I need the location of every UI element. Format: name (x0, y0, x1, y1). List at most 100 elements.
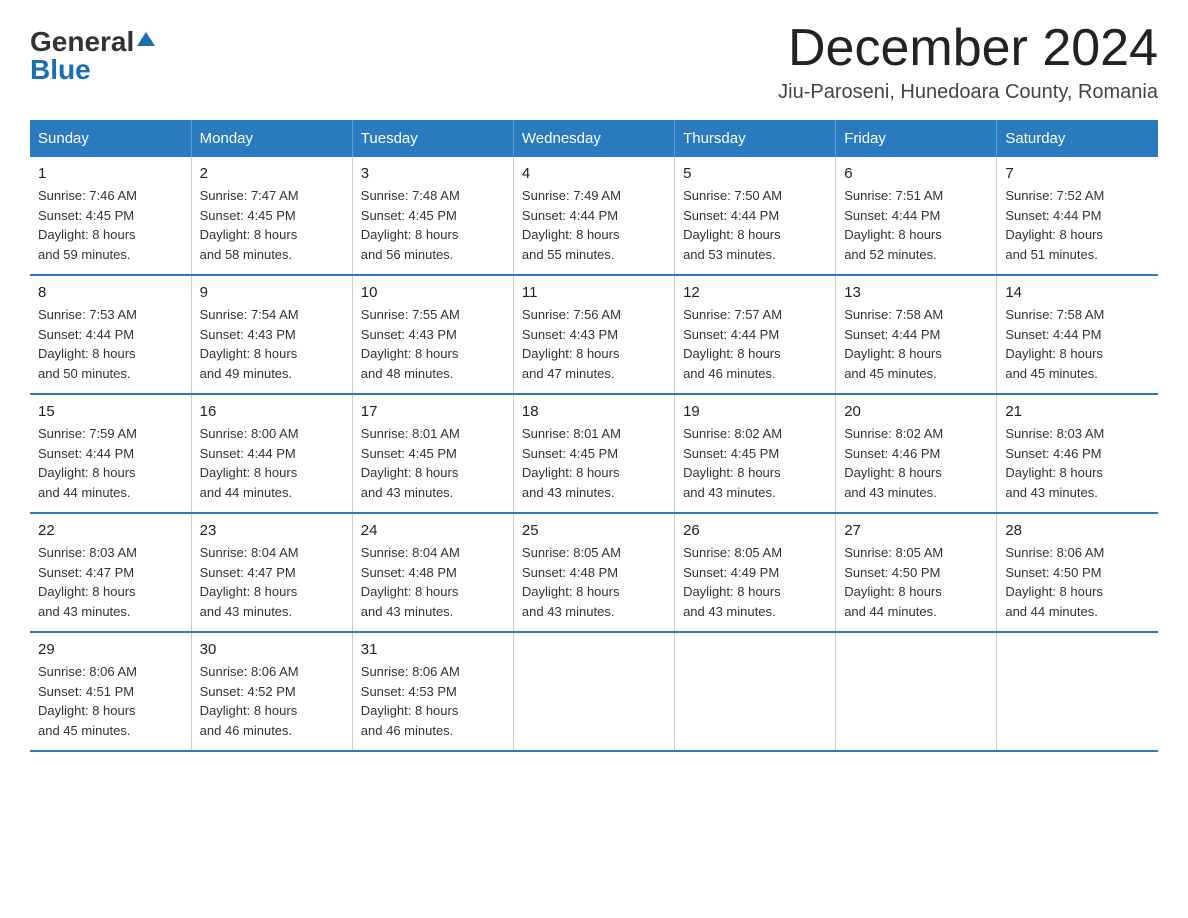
calendar-week-4: 22Sunrise: 8:03 AMSunset: 4:47 PMDayligh… (30, 513, 1158, 632)
calendar-cell: 12 Sunrise: 7:57 AMSunset: 4:44 PMDayligh… (675, 275, 836, 394)
calendar-cell: 18 Sunrise: 8:01 AMSunset: 4:45 PMDayligh… (513, 394, 674, 513)
logo-triangle-icon (137, 32, 155, 46)
calendar-cell: 2Sunrise: 7:47 AMSunset: 4:45 PMDaylight… (191, 157, 352, 275)
day-info: Sunrise: 8:00 AMSunset: 4:44 PMDaylight:… (200, 424, 344, 502)
calendar-cell: 25Sunrise: 8:05 AMSunset: 4:48 PMDayligh… (513, 513, 674, 632)
calendar-cell: 20Sunrise: 8:02 AMSunset: 4:46 PMDayligh… (836, 394, 997, 513)
calendar-cell (675, 632, 836, 751)
day-number: 17 (361, 403, 505, 420)
day-info: Sunrise: 7:56 AMSunset: 4:43 PMDaylight:… (522, 305, 666, 383)
day-number: 13 (844, 284, 988, 301)
day-info: Sunrise: 7:53 AMSunset: 4:44 PMDaylight:… (38, 305, 183, 383)
calendar-cell: 30 Sunrise: 8:06 AMSunset: 4:52 PMDayligh… (191, 632, 352, 751)
col-monday: Monday (191, 120, 352, 157)
day-info: Sunrise: 8:01 AMSunset: 4:45 PMDaylight:… (361, 424, 505, 502)
logo-general: General (30, 28, 134, 56)
day-number: 9 (200, 284, 344, 301)
day-number: 18 (522, 403, 666, 420)
day-number: 5 (683, 165, 827, 182)
calendar-cell (836, 632, 997, 751)
day-info: Sunrise: 8:02 AMSunset: 4:46 PMDaylight:… (844, 424, 988, 502)
day-info: Sunrise: 8:02 AMSunset: 4:45 PMDaylight:… (683, 424, 827, 502)
day-info: Sunrise: 7:48 AMSunset: 4:45 PMDaylight:… (361, 186, 505, 264)
month-title: December 2024 (778, 20, 1158, 77)
day-info: Sunrise: 7:46 AMSunset: 4:45 PMDaylight:… (38, 186, 183, 264)
day-number: 12 (683, 284, 827, 301)
calendar-cell: 31 Sunrise: 8:06 AMSunset: 4:53 PMDayligh… (352, 632, 513, 751)
calendar-week-1: 1 Sunrise: 7:46 AMSunset: 4:45 PMDaylight… (30, 157, 1158, 275)
day-info: Sunrise: 8:06 AMSunset: 4:52 PMDaylight:… (200, 662, 344, 740)
day-number: 8 (38, 284, 183, 301)
location-title: Jiu-Paroseni, Hunedoara County, Romania (778, 81, 1158, 104)
calendar-cell: 29Sunrise: 8:06 AMSunset: 4:51 PMDayligh… (30, 632, 191, 751)
calendar-cell: 22Sunrise: 8:03 AMSunset: 4:47 PMDayligh… (30, 513, 191, 632)
logo: General Blue (30, 20, 155, 84)
day-number: 22 (38, 522, 183, 539)
col-wednesday: Wednesday (513, 120, 674, 157)
calendar-cell: 11Sunrise: 7:56 AMSunset: 4:43 PMDayligh… (513, 275, 674, 394)
calendar-body: 1 Sunrise: 7:46 AMSunset: 4:45 PMDaylight… (30, 157, 1158, 751)
calendar-cell: 27Sunrise: 8:05 AMSunset: 4:50 PMDayligh… (836, 513, 997, 632)
day-number: 7 (1005, 165, 1150, 182)
calendar-week-5: 29Sunrise: 8:06 AMSunset: 4:51 PMDayligh… (30, 632, 1158, 751)
calendar-cell (997, 632, 1158, 751)
day-info: Sunrise: 7:49 AMSunset: 4:44 PMDaylight:… (522, 186, 666, 264)
day-number: 15 (38, 403, 183, 420)
calendar-cell: 9 Sunrise: 7:54 AMSunset: 4:43 PMDaylight… (191, 275, 352, 394)
day-number: 25 (522, 522, 666, 539)
day-number: 29 (38, 641, 183, 658)
calendar-cell: 8 Sunrise: 7:53 AMSunset: 4:44 PMDaylight… (30, 275, 191, 394)
day-info: Sunrise: 7:57 AMSunset: 4:44 PMDaylight:… (683, 305, 827, 383)
col-saturday: Saturday (997, 120, 1158, 157)
day-number: 14 (1005, 284, 1150, 301)
col-thursday: Thursday (675, 120, 836, 157)
calendar-cell: 5 Sunrise: 7:50 AMSunset: 4:44 PMDaylight… (675, 157, 836, 275)
day-number: 31 (361, 641, 505, 658)
day-info: Sunrise: 8:06 AMSunset: 4:53 PMDaylight:… (361, 662, 505, 740)
calendar-cell: 28Sunrise: 8:06 AMSunset: 4:50 PMDayligh… (997, 513, 1158, 632)
calendar-cell: 7 Sunrise: 7:52 AMSunset: 4:44 PMDaylight… (997, 157, 1158, 275)
day-info: Sunrise: 8:03 AMSunset: 4:46 PMDaylight:… (1005, 424, 1150, 502)
day-info: Sunrise: 7:58 AMSunset: 4:44 PMDaylight:… (844, 305, 988, 383)
day-number: 2 (200, 165, 344, 182)
calendar-table: Sunday Monday Tuesday Wednesday Thursday… (30, 120, 1158, 752)
day-number: 21 (1005, 403, 1150, 420)
day-info: Sunrise: 7:58 AMSunset: 4:44 PMDaylight:… (1005, 305, 1150, 383)
day-number: 4 (522, 165, 666, 182)
day-info: Sunrise: 8:05 AMSunset: 4:50 PMDaylight:… (844, 543, 988, 621)
day-number: 1 (38, 165, 183, 182)
calendar-cell: 13 Sunrise: 7:58 AMSunset: 4:44 PMDayligh… (836, 275, 997, 394)
day-info: Sunrise: 7:59 AMSunset: 4:44 PMDaylight:… (38, 424, 183, 502)
day-info: Sunrise: 7:50 AMSunset: 4:44 PMDaylight:… (683, 186, 827, 264)
title-area: December 2024 Jiu-Paroseni, Hunedoara Co… (778, 20, 1158, 104)
day-info: Sunrise: 8:04 AMSunset: 4:48 PMDaylight:… (361, 543, 505, 621)
day-number: 16 (200, 403, 344, 420)
header-row: Sunday Monday Tuesday Wednesday Thursday… (30, 120, 1158, 157)
calendar-cell: 26 Sunrise: 8:05 AMSunset: 4:49 PMDayligh… (675, 513, 836, 632)
calendar-cell: 24Sunrise: 8:04 AMSunset: 4:48 PMDayligh… (352, 513, 513, 632)
day-number: 6 (844, 165, 988, 182)
col-sunday: Sunday (30, 120, 191, 157)
logo-blue: Blue (30, 56, 91, 84)
calendar-cell: 17 Sunrise: 8:01 AMSunset: 4:45 PMDayligh… (352, 394, 513, 513)
day-number: 19 (683, 403, 827, 420)
day-number: 3 (361, 165, 505, 182)
day-info: Sunrise: 8:04 AMSunset: 4:47 PMDaylight:… (200, 543, 344, 621)
calendar-week-3: 15 Sunrise: 7:59 AMSunset: 4:44 PMDayligh… (30, 394, 1158, 513)
calendar-cell: 1 Sunrise: 7:46 AMSunset: 4:45 PMDaylight… (30, 157, 191, 275)
calendar-cell: 3 Sunrise: 7:48 AMSunset: 4:45 PMDaylight… (352, 157, 513, 275)
day-number: 23 (200, 522, 344, 539)
day-info: Sunrise: 7:52 AMSunset: 4:44 PMDaylight:… (1005, 186, 1150, 264)
day-number: 10 (361, 284, 505, 301)
calendar-cell (513, 632, 674, 751)
day-number: 26 (683, 522, 827, 539)
day-info: Sunrise: 7:54 AMSunset: 4:43 PMDaylight:… (200, 305, 344, 383)
day-info: Sunrise: 8:05 AMSunset: 4:49 PMDaylight:… (683, 543, 827, 621)
calendar-week-2: 8 Sunrise: 7:53 AMSunset: 4:44 PMDaylight… (30, 275, 1158, 394)
calendar-cell: 19 Sunrise: 8:02 AMSunset: 4:45 PMDayligh… (675, 394, 836, 513)
calendar-cell: 21 Sunrise: 8:03 AMSunset: 4:46 PMDayligh… (997, 394, 1158, 513)
col-tuesday: Tuesday (352, 120, 513, 157)
day-info: Sunrise: 8:01 AMSunset: 4:45 PMDaylight:… (522, 424, 666, 502)
day-info: Sunrise: 7:55 AMSunset: 4:43 PMDaylight:… (361, 305, 505, 383)
day-number: 30 (200, 641, 344, 658)
